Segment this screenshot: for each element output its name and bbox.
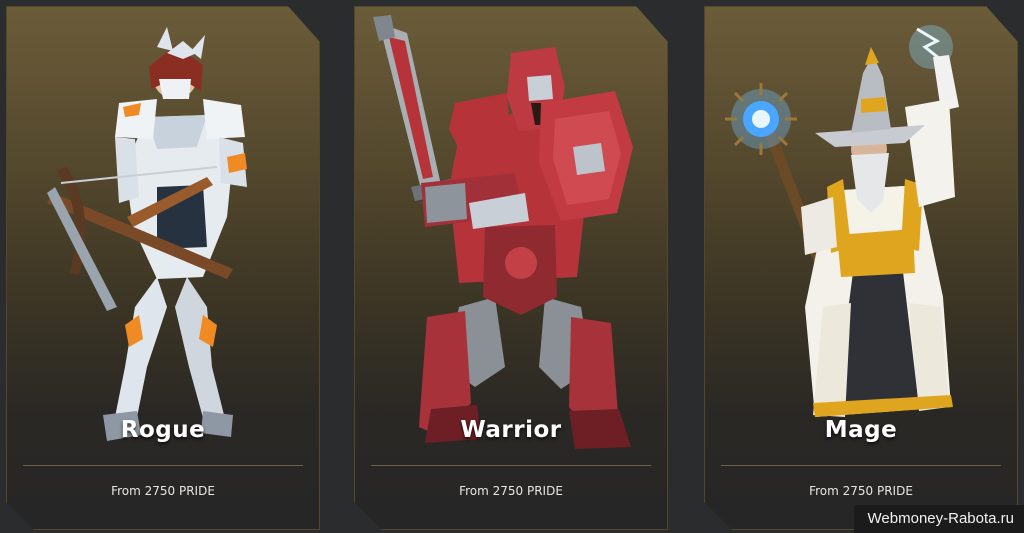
class-name: Mage [824, 417, 898, 443]
class-name: Rogue [120, 417, 206, 443]
divider [371, 465, 651, 466]
watermark-text: Webmoney-Rabota.ru [853, 505, 1024, 533]
class-cards: Rogue From 2750 PRIDE Warrior From 2750 … [0, 0, 1024, 533]
divider [721, 465, 1001, 466]
class-name: Warrior [460, 417, 562, 443]
class-card-warrior[interactable]: Warrior From 2750 PRIDE [354, 6, 668, 530]
rogue-character-art [47, 27, 247, 441]
class-price: From 2750 PRIDE [111, 484, 215, 498]
warrior-character-art [373, 15, 633, 449]
class-price: From 2750 PRIDE [459, 484, 563, 498]
class-card-rogue[interactable]: Rogue From 2750 PRIDE [6, 6, 320, 530]
class-card-mage[interactable]: Mage From 2750 PRIDE [704, 6, 1018, 530]
divider [23, 465, 303, 466]
mage-character-art [725, 25, 959, 417]
class-price: From 2750 PRIDE [809, 484, 913, 498]
